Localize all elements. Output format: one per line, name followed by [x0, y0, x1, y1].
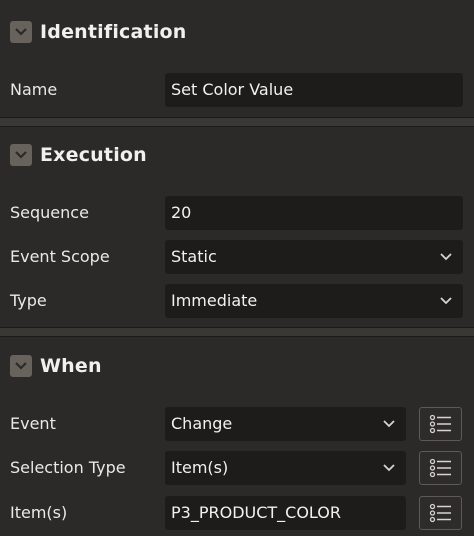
event-scope-label: Event Scope — [10, 247, 110, 266]
items-row: Item(s) P3_PRODUCT_COLOR — [0, 495, 474, 531]
execution-header[interactable]: Execution — [0, 133, 474, 177]
list-icon — [429, 503, 451, 523]
selection-type-label: Selection Type — [10, 458, 126, 477]
caret-down-icon — [440, 253, 452, 261]
name-row: Name Set Color Value — [0, 72, 474, 108]
selection-type-value: Item(s) — [171, 458, 229, 477]
type-row: Type Immediate — [0, 283, 474, 319]
selection-type-row: Selection Type Item(s) — [0, 450, 474, 486]
event-row: Event Change — [0, 406, 474, 442]
chevron-down-icon[interactable] — [10, 21, 32, 43]
type-label: Type — [10, 291, 47, 310]
event-label: Event — [10, 414, 56, 433]
list-icon — [429, 458, 451, 478]
section-title-identification: Identification — [40, 21, 187, 43]
name-label: Name — [10, 80, 58, 99]
event-select[interactable]: Change — [165, 407, 406, 441]
sequence-field[interactable]: 20 — [165, 196, 463, 230]
items-field[interactable]: P3_PRODUCT_COLOR — [165, 496, 406, 530]
event-scope-value: Static — [171, 247, 217, 266]
items-label: Item(s) — [10, 503, 68, 522]
section-divider — [0, 327, 474, 337]
caret-down-icon — [383, 464, 395, 472]
event-scope-row: Event Scope Static — [0, 239, 474, 275]
event-scope-select[interactable]: Static — [165, 240, 463, 274]
caret-down-icon — [440, 297, 452, 305]
section-title-execution: Execution — [40, 144, 147, 166]
type-value: Immediate — [171, 291, 258, 310]
section-divider — [0, 117, 474, 127]
selection-type-select[interactable]: Item(s) — [165, 451, 406, 485]
sequence-label: Sequence — [10, 203, 89, 222]
sequence-row: Sequence 20 — [0, 195, 474, 231]
event-value: Change — [171, 414, 233, 433]
when-header[interactable]: When — [0, 344, 474, 388]
identification-header[interactable]: Identification — [0, 10, 474, 54]
name-field[interactable]: Set Color Value — [165, 73, 463, 107]
chevron-down-icon[interactable] — [10, 144, 32, 166]
caret-down-icon — [383, 420, 395, 428]
chevron-down-icon[interactable] — [10, 355, 32, 377]
list-icon — [429, 414, 451, 434]
section-title-when: When — [40, 355, 102, 377]
items-list-button[interactable] — [419, 496, 462, 530]
type-select[interactable]: Immediate — [165, 284, 463, 318]
selection-type-list-button[interactable] — [419, 451, 462, 485]
event-list-button[interactable] — [419, 407, 462, 441]
